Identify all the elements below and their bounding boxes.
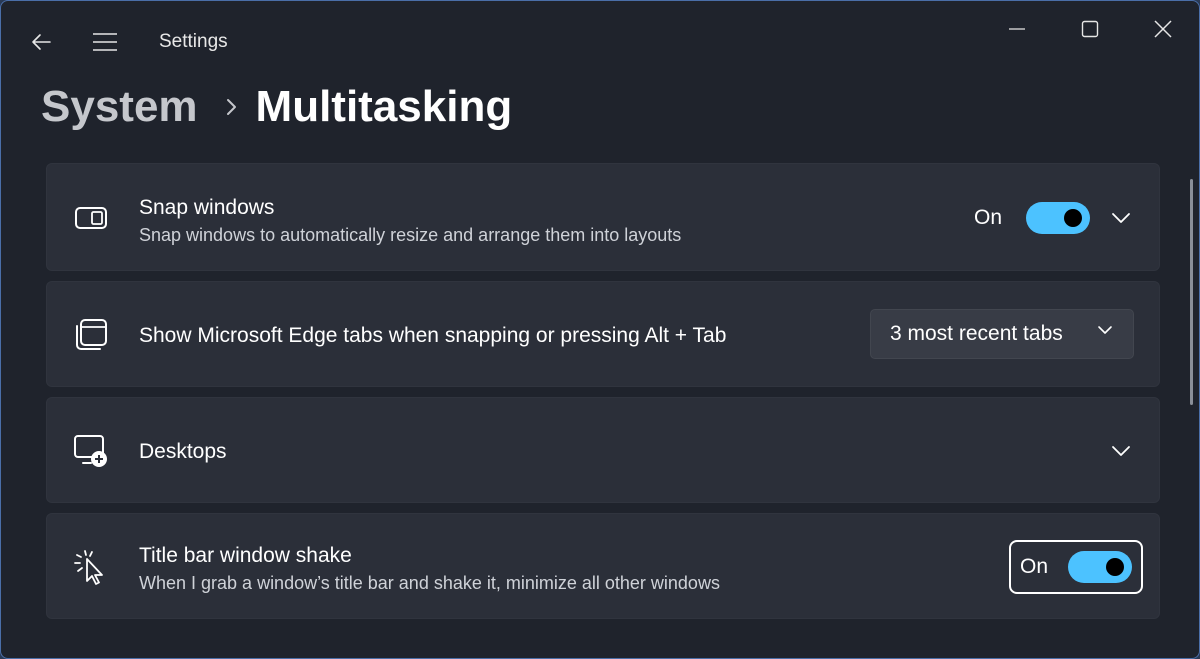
desktops-expand-button[interactable]: [1106, 436, 1136, 466]
title-bar-shake-card: Title bar window shake When I grab a win…: [46, 513, 1160, 619]
app-title: Settings: [159, 31, 228, 52]
hamburger-menu-icon: [93, 33, 117, 51]
chevron-down-icon: [1112, 213, 1130, 223]
minimize-button[interactable]: [987, 7, 1047, 51]
snap-windows-toggle-group: On: [974, 202, 1091, 234]
title-bar-shake-toggle-group: On: [1009, 540, 1143, 594]
page-title: Multitasking: [255, 82, 513, 131]
title-bar: Settings: [1, 1, 1199, 81]
snap-windows-title: Snap windows: [139, 196, 275, 219]
desktops-icon: [73, 433, 109, 469]
settings-window: Settings System Multitasking Snap window…: [0, 0, 1200, 659]
back-arrow-icon: [32, 34, 51, 50]
breadcrumb: System Multitasking: [41, 75, 512, 139]
desktops-card[interactable]: Desktops: [46, 397, 1160, 503]
chevron-right-icon: [226, 97, 238, 117]
snap-windows-expand-button[interactable]: [1106, 203, 1136, 233]
title-bar-shake-title: Title bar window shake: [139, 544, 352, 567]
title-bar-shake-toggle[interactable]: [1068, 551, 1133, 583]
edge-tabs-dropdown[interactable]: 3 most recent tabs: [870, 309, 1134, 359]
vertical-scrollbar[interactable]: [1190, 179, 1193, 405]
close-icon: [1154, 20, 1172, 38]
minimize-icon: [1009, 28, 1025, 30]
maximize-icon: [1081, 20, 1099, 38]
breadcrumb-system-link[interactable]: System: [41, 82, 198, 132]
snap-windows-card[interactable]: Snap windows Snap windows to automatical…: [46, 163, 1160, 271]
title-bar-shake-description: When I grab a window’s title bar and sha…: [139, 573, 720, 593]
edge-tabs-icon: [73, 317, 109, 353]
title-bar-shake-state-label: On: [1020, 555, 1049, 578]
desktops-title: Desktops: [139, 440, 227, 463]
toggle-knob: [1106, 558, 1125, 576]
snap-windows-description: Snap windows to automatically resize and…: [139, 225, 682, 245]
maximize-button[interactable]: [1060, 7, 1120, 51]
close-button[interactable]: [1133, 7, 1193, 51]
snap-windows-toggle[interactable]: [1026, 202, 1091, 234]
edge-tabs-selected-value: 3 most recent tabs: [890, 322, 1063, 345]
chevron-down-icon: [1098, 326, 1112, 334]
navigation-menu-button[interactable]: [85, 27, 125, 57]
snap-windows-state-label: On: [974, 206, 1003, 229]
toggle-knob: [1064, 209, 1083, 227]
shake-cursor-icon: [73, 549, 109, 585]
chevron-down-icon: [1112, 446, 1130, 456]
edge-tabs-card: Show Microsoft Edge tabs when snapping o…: [46, 281, 1160, 387]
edge-tabs-title: Show Microsoft Edge tabs when snapping o…: [139, 324, 727, 347]
snap-windows-icon: [73, 200, 109, 236]
back-button[interactable]: [23, 27, 59, 57]
